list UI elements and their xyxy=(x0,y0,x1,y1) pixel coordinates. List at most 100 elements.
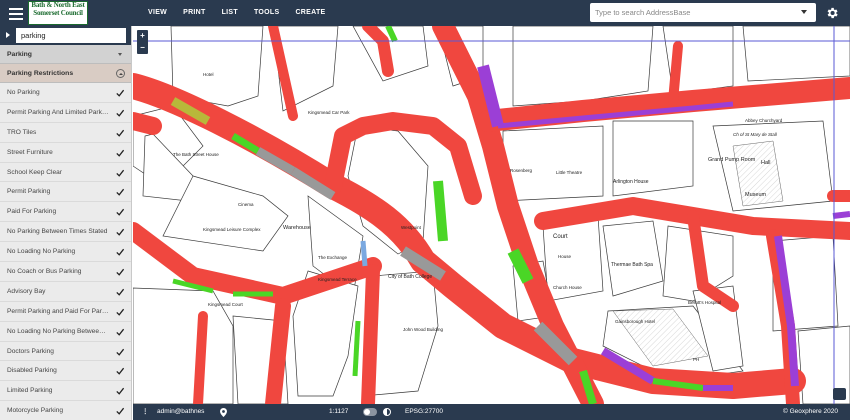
layer-item[interactable]: No Parking Between Times Stated xyxy=(0,222,131,243)
map-label-kingsmead-court: Kingsmead Court xyxy=(208,302,244,307)
layer-item[interactable]: Motorcycle Parking xyxy=(0,401,131,420)
layer-item-label: Permit Parking and Paid For Parking xyxy=(7,307,109,315)
checkmark-icon[interactable] xyxy=(116,288,124,296)
more-options-icon[interactable]: ⋮ xyxy=(142,404,149,420)
layer-item-label: TRO Tiles xyxy=(7,128,37,136)
menu-print[interactable]: PRINT xyxy=(175,0,214,26)
checkmark-icon[interactable] xyxy=(116,228,124,236)
clear-filter-icon[interactable] xyxy=(112,30,122,40)
layer-item-label: Limited Parking xyxy=(7,387,53,395)
layer-item[interactable]: Advisory Bay xyxy=(0,282,131,302)
map-label-terrace: Kingsmead Terrace xyxy=(318,277,357,282)
location-pin-icon[interactable] xyxy=(220,408,227,417)
checkmark-icon[interactable] xyxy=(116,169,124,177)
layer-item-label: No Loading No Parking Between Times Stat… xyxy=(7,327,109,335)
layer-subgroup-parking-restrictions[interactable]: Parking Restrictions xyxy=(0,64,131,83)
map-label-house: House xyxy=(558,254,572,259)
checkmark-icon[interactable] xyxy=(116,208,124,217)
checkmark-icon[interactable] xyxy=(116,308,124,316)
layer-item[interactable]: Limited Parking xyxy=(0,381,131,402)
layer-group-parking[interactable]: Parking xyxy=(0,45,131,64)
projection-label: EPSG:27700 xyxy=(405,408,443,415)
menu-tools[interactable]: TOOLS xyxy=(246,0,287,26)
checkmark-icon[interactable] xyxy=(116,348,124,356)
map-label-car-park: Kingsmead Car Park xyxy=(308,110,350,115)
layer-subgroup-label: Parking Restrictions xyxy=(7,70,74,77)
layer-item[interactable]: TRO Tiles xyxy=(0,123,131,143)
layer-item[interactable]: Street Furniture xyxy=(0,143,131,163)
map-label-john-wood: John Wood Building xyxy=(403,327,443,332)
checkmark-icon[interactable] xyxy=(116,89,124,97)
layer-item-label: Advisory Bay xyxy=(7,287,46,295)
top-bar: Bath & North East Somerset Council VIEW … xyxy=(0,0,850,26)
layer-item-label: Doctors Parking xyxy=(7,347,54,355)
app-window: Bath & North East Somerset Council VIEW … xyxy=(0,0,850,420)
layer-item[interactable]: No Loading No Parking Between Times Stat… xyxy=(0,322,131,342)
layer-group-label: Parking xyxy=(7,51,32,58)
map-label-bellott: Bellott's Hospital xyxy=(688,300,721,305)
layer-item[interactable]: Disabled Parking xyxy=(0,361,131,382)
checkmark-icon[interactable] xyxy=(116,367,124,376)
checkmark-icon[interactable] xyxy=(116,248,124,256)
map-label-warehouse: Warehouse xyxy=(283,225,311,231)
collapse-icon[interactable] xyxy=(116,69,125,78)
map-label-hotel: Hotel xyxy=(203,72,214,77)
layer-item[interactable]: Doctors Parking xyxy=(0,342,131,362)
map-label-gainsborough: Gainsborough Hotel xyxy=(615,319,655,324)
menu-list[interactable]: LIST xyxy=(214,0,246,26)
menu-create[interactable]: CREATE xyxy=(287,0,333,26)
layer-item[interactable]: No Coach or Bus Parking xyxy=(0,262,131,282)
zoom-control: + − xyxy=(137,30,148,54)
map-canvas[interactable]: Hotel Kingsmead Car Park The Bath Street… xyxy=(133,26,850,404)
map-label-court: Court xyxy=(553,234,568,240)
menu-view[interactable]: VIEW xyxy=(140,0,175,26)
chevron-down-icon[interactable] xyxy=(118,53,122,56)
checkmark-icon[interactable] xyxy=(116,149,124,157)
gear-icon[interactable] xyxy=(825,6,839,20)
checkmark-icon[interactable] xyxy=(116,328,124,336)
logo-line-2: Somerset Council xyxy=(33,8,83,17)
hamburger-menu-icon[interactable] xyxy=(6,5,26,21)
status-bar: ⋮ admin@bathnes 1:1127 EPSG:27700 © Geox… xyxy=(133,404,850,420)
address-search-input[interactable] xyxy=(595,3,795,22)
checkmark-icon[interactable] xyxy=(116,268,124,276)
search-dropdown-icon[interactable] xyxy=(801,10,807,14)
layer-item-label: Motorcycle Parking xyxy=(7,407,64,415)
layer-item[interactable]: No Parking xyxy=(0,83,131,103)
map-label-ph: PH xyxy=(693,357,699,362)
map-label-bath-street: The Bath Street House xyxy=(173,152,219,157)
map-label-rosenberg: Rosenberg xyxy=(510,168,533,173)
layer-item[interactable]: School Keep Clear xyxy=(0,163,131,183)
layer-item[interactable]: Permit Parking and Paid For Parking xyxy=(0,302,131,322)
map-label-churchyard: Abbey Churchyard xyxy=(745,118,783,123)
expand-arrow-icon[interactable] xyxy=(6,32,10,38)
zoom-out-button[interactable]: − xyxy=(137,42,148,54)
layer-list: No Parking Permit Parking And Limited Par… xyxy=(0,83,131,420)
zoom-in-button[interactable]: + xyxy=(137,30,148,42)
map-label-exchange: The Exchange xyxy=(318,255,348,260)
map-label-church-house: Church House xyxy=(553,285,582,290)
layer-item[interactable]: No Loading No Parking xyxy=(0,242,131,263)
map-label-st-mary: Ch of St Mary de Stall xyxy=(733,132,778,137)
layer-item[interactable]: Permit Parking And Limited Parking xyxy=(0,103,131,123)
layer-filter-input[interactable] xyxy=(16,28,126,43)
address-search[interactable] xyxy=(590,3,816,22)
map-attribution-button[interactable] xyxy=(833,388,846,400)
map-label-thermae: Thermae Bath Spa xyxy=(611,262,653,268)
checkmark-icon[interactable] xyxy=(116,407,124,416)
checkmark-icon[interactable] xyxy=(116,129,124,137)
map-label-little-theatre: Little Theatre xyxy=(556,170,583,175)
layer-item-label: Permit Parking xyxy=(7,188,51,196)
map-view[interactable]: Hotel Kingsmead Car Park The Bath Street… xyxy=(133,26,850,404)
map-label-grand-pump: Grand Pump Room xyxy=(708,157,756,163)
layer-item[interactable]: Paid For Parking xyxy=(0,202,131,223)
basemap-toggle[interactable] xyxy=(363,408,377,416)
checkmark-icon[interactable] xyxy=(116,188,124,197)
checkmark-icon[interactable] xyxy=(116,109,124,117)
layer-item-label: Disabled Parking xyxy=(7,367,57,375)
current-user[interactable]: admin@bathnes xyxy=(157,404,204,420)
checkmark-icon[interactable] xyxy=(116,387,124,396)
layer-item-label: No Coach or Bus Parking xyxy=(7,268,82,276)
layer-item[interactable]: Permit Parking xyxy=(0,182,131,203)
contrast-icon[interactable] xyxy=(383,408,391,416)
